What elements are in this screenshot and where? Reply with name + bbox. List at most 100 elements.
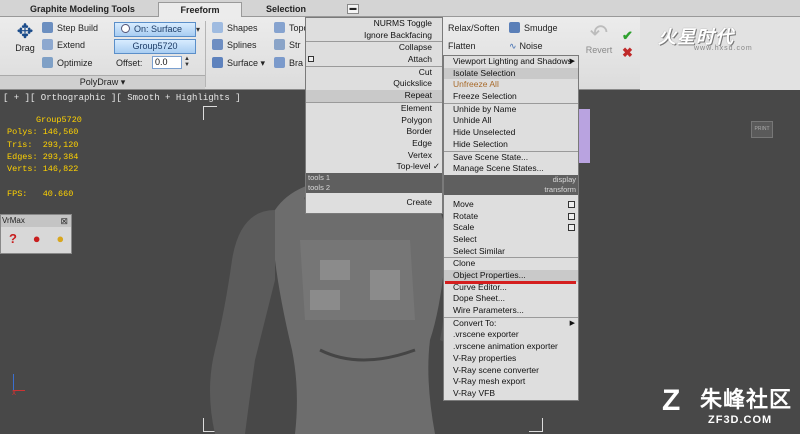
shapes-icon: [212, 22, 223, 33]
menu-item-unfreeze-all[interactable]: Unfreeze All: [444, 79, 578, 91]
relax-soften-button[interactable]: Relax/Soften: [448, 21, 500, 35]
topology-icon: [274, 22, 285, 33]
menu-item-unhide-by-name[interactable]: Unhide by Name: [444, 104, 578, 116]
strips-label: Str: [289, 40, 301, 50]
menu-item-scale[interactable]: Scale: [444, 222, 578, 234]
menu-item-vray-properties[interactable]: V-Ray properties: [444, 353, 578, 365]
quad-section-transform: transform: [444, 184, 578, 195]
viewport-label[interactable]: [ + ][ Orthographic ][ Smooth + Highligh…: [3, 93, 241, 103]
surface-button[interactable]: Surface ▾: [212, 56, 265, 70]
menu-item-clone[interactable]: Clone: [444, 258, 578, 270]
cancel-x-icon[interactable]: ✖: [622, 45, 633, 61]
menu-item-unhide-all[interactable]: Unhide All: [444, 115, 578, 127]
extend-button[interactable]: Extend: [42, 38, 85, 52]
menu-item-hide-unselected[interactable]: Hide Unselected: [444, 127, 578, 139]
menu-item-top-level[interactable]: Top-level ✓: [306, 161, 442, 173]
menu-item-edge[interactable]: Edge: [306, 138, 442, 150]
settings-box-icon[interactable]: [568, 200, 575, 208]
settings-box-icon[interactable]: [568, 212, 575, 220]
noise-label: Noise: [519, 41, 543, 51]
close-icon[interactable]: ⊠: [60, 215, 68, 227]
menu-item-polygon[interactable]: Polygon: [306, 115, 442, 127]
tab-freeform[interactable]: Freeform: [158, 2, 242, 17]
teapot-yellow-icon[interactable]: ●: [50, 231, 70, 246]
axis-gizmo-icon: x: [12, 388, 16, 397]
highlight-underline: [445, 281, 576, 284]
menu-item-ignore-backfacing[interactable]: Ignore Backfacing: [306, 30, 442, 42]
menu-item-select[interactable]: Select: [444, 234, 578, 246]
tab-graphite-modeling-tools[interactable]: Graphite Modeling Tools: [24, 2, 141, 17]
offset-input[interactable]: 0.0: [152, 56, 182, 69]
surface-icon: [212, 57, 223, 68]
accept-check-icon[interactable]: ✔: [622, 28, 633, 44]
menu-item-quickslice[interactable]: Quickslice: [306, 78, 442, 90]
menu-item-border[interactable]: Border: [306, 126, 442, 138]
smudge-button[interactable]: Smudge: [509, 21, 558, 35]
zf3d-z-logo: Z: [662, 384, 681, 417]
menu-item-vertex[interactable]: Vertex: [306, 150, 442, 162]
menu-item-cut[interactable]: Cut: [306, 67, 442, 79]
chevron-down-icon[interactable]: ▾: [196, 25, 200, 34]
smudge-icon: [509, 22, 520, 33]
drag-button[interactable]: ✥ Drag: [10, 21, 40, 61]
menu-item-repeat[interactable]: Repeat: [306, 90, 442, 102]
stat-tris: Tris: 293,120: [7, 139, 79, 150]
optimize-button[interactable]: Optimize: [42, 56, 93, 70]
strips-button[interactable]: Str: [274, 38, 301, 52]
menu-item-vray-scene-converter[interactable]: V-Ray scene converter: [444, 365, 578, 377]
stat-verts: Verts: 146,822: [7, 164, 79, 175]
menu-item-hide-selection[interactable]: Hide Selection: [444, 139, 578, 151]
menu-item-dope-sheet[interactable]: Dope Sheet...: [444, 293, 578, 305]
menu-item-create[interactable]: Create: [306, 197, 442, 209]
stat-fps: FPS: 40.660: [7, 188, 74, 199]
stat-polys: Polys: 146,560: [7, 127, 79, 138]
menu-item-collapse[interactable]: Collapse: [306, 42, 442, 54]
offset-spinner[interactable]: ▲ ▼: [184, 56, 191, 69]
scene-statistics: Group5720 Polys: 146,560 Tris: 293,120 Edge…: [7, 114, 82, 200]
menu-item-attach[interactable]: Attach: [306, 54, 442, 66]
menu-item-select-similar[interactable]: Select Similar: [444, 246, 578, 258]
settings-box-icon[interactable]: [308, 56, 314, 63]
menu-item-nurms-toggle[interactable]: NURMS Toggle: [306, 18, 442, 30]
teapot-red-icon[interactable]: ●: [27, 231, 47, 246]
menu-item-wire-parameters[interactable]: Wire Parameters...: [444, 305, 578, 317]
revert-button[interactable]: ↶ Revert: [582, 21, 616, 56]
menu-item-vrscene-exporter[interactable]: .vrscene exporter: [444, 329, 578, 341]
settings-box-icon[interactable]: [568, 224, 575, 232]
shapes-button[interactable]: Shapes: [212, 21, 258, 35]
zf3d-watermark: Z 朱峰社区 ZF3D.COM: [662, 382, 792, 426]
menu-item-move[interactable]: Move: [444, 199, 578, 211]
menu-item-vray-mesh-export[interactable]: V-Ray mesh export: [444, 376, 578, 388]
on-surface-dropdown[interactable]: On: Surface: [114, 22, 196, 37]
menu-item-viewport-lighting[interactable]: Viewport Lighting and Shadows ▶: [444, 56, 578, 68]
menu-item-freeze-selection[interactable]: Freeze Selection: [444, 91, 578, 103]
menu-item-isolate-selection[interactable]: Isolate Selection: [444, 67, 578, 80]
rotate-label: Rotate: [453, 210, 479, 221]
step-build-button[interactable]: Step Build: [42, 21, 98, 35]
menu-item-element[interactable]: Element: [306, 103, 442, 115]
tab-selection[interactable]: Selection: [260, 2, 312, 17]
menu-item-manage-scene-states[interactable]: Manage Scene States...: [444, 163, 578, 175]
menu-item-vray-vfb[interactable]: V-Ray VFB: [444, 388, 578, 400]
step-build-label: Step Build: [57, 23, 99, 33]
splines-button[interactable]: Splines: [212, 38, 257, 52]
mini-thumbnail[interactable]: PRINT: [751, 121, 773, 138]
splines-label: Splines: [227, 40, 257, 50]
menu-item-save-scene-state[interactable]: Save Scene State...: [444, 152, 578, 164]
menu-item-rotate[interactable]: Rotate: [444, 211, 578, 223]
optimize-icon: [42, 57, 53, 68]
flatten-button[interactable]: Flatten: [448, 39, 476, 53]
vrmax-icon-row: ? ● ●: [3, 231, 70, 246]
noise-button[interactable]: ∿ Noise: [509, 39, 543, 53]
menu-item-object-properties[interactable]: Object Properties...: [444, 270, 578, 282]
vrmax-floating-panel[interactable]: VrMax ⊠ ? ● ●: [0, 214, 72, 254]
help-icon[interactable]: ?: [3, 231, 23, 246]
ribbon-tab-bar: Graphite Modeling Tools Freeform Selecti…: [0, 0, 800, 17]
branches-button[interactable]: Bra: [274, 56, 303, 70]
ribbon-menu-icon[interactable]: ▬: [347, 4, 359, 14]
menu-item-vrscene-animation-exporter[interactable]: .vrscene animation exporter: [444, 341, 578, 353]
polydraw-panel-label[interactable]: PolyDraw ▾: [0, 75, 205, 89]
group-pick-button[interactable]: Group5720: [114, 39, 196, 54]
menu-item-convert-to[interactable]: Convert To: ▶: [444, 318, 578, 330]
topology-button[interactable]: Topo: [274, 21, 309, 35]
